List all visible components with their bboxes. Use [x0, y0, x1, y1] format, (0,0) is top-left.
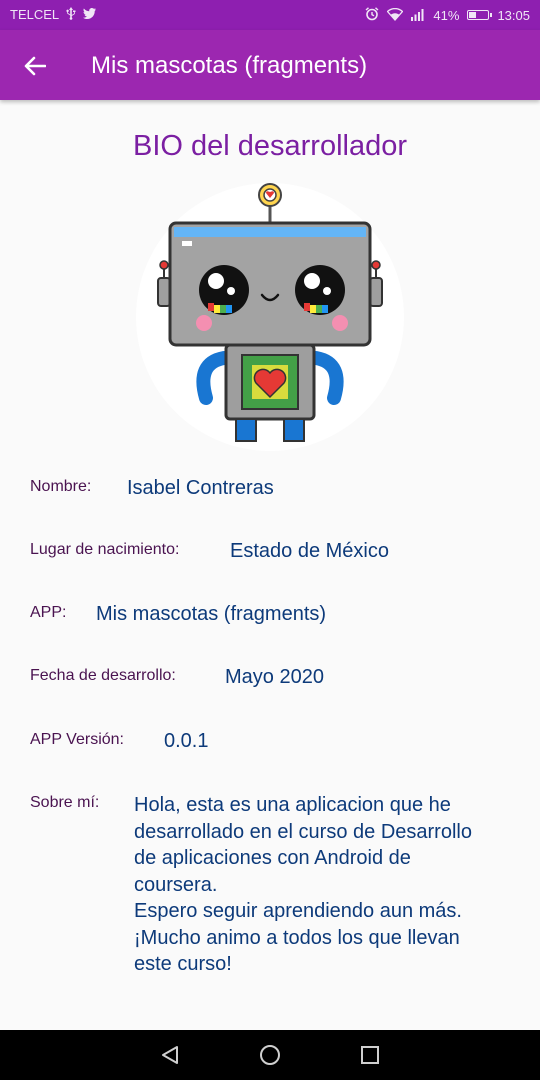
system-nav-bar	[0, 1030, 540, 1080]
status-time: 13:05	[497, 7, 530, 23]
app-label: APP:	[30, 604, 67, 621]
status-bar: TELCEL 41% 13:05	[0, 0, 540, 30]
about-label: Sobre mí:	[30, 794, 100, 811]
usb-icon	[65, 7, 77, 22]
battery-percent: 41%	[433, 7, 460, 23]
name-label: Nombre:	[30, 478, 92, 495]
wifi-icon	[387, 7, 404, 23]
name-value: Isabel Contreras	[127, 477, 274, 499]
signal-icon	[411, 8, 425, 23]
alarm-icon	[365, 7, 379, 23]
status-right: 41% 13:05	[365, 7, 530, 23]
date-value: Mayo 2020	[225, 666, 324, 688]
app-bar: Mis mascotas (fragments)	[0, 30, 540, 100]
back-button[interactable]	[18, 49, 52, 83]
arrow-back-icon[interactable]	[24, 56, 46, 76]
app-bar-title: Mis mascotas (fragments)	[91, 52, 368, 79]
carrier-label: TELCEL	[10, 7, 60, 22]
battery-level-fill	[469, 12, 477, 18]
battery-icon	[467, 10, 493, 20]
about-value: Hola, esta es una aplicacion que he desa…	[134, 794, 472, 975]
version-label: APP Versión:	[30, 731, 124, 748]
robot-illustration	[157, 183, 383, 442]
recents-square-icon[interactable]	[358, 1043, 382, 1067]
birthplace-value: Estado de México	[230, 540, 389, 562]
twitter-icon	[83, 8, 97, 21]
app-value: Mis mascotas (fragments)	[96, 603, 327, 625]
birthplace-label: Lugar de nacimiento:	[30, 541, 180, 558]
date-label: Fecha de desarrollo:	[30, 667, 176, 684]
status-left: TELCEL	[10, 7, 97, 22]
developer-avatar	[136, 183, 404, 451]
home-circle-icon[interactable]	[258, 1043, 282, 1067]
version-value: 0.0.1	[164, 730, 209, 752]
back-triangle-icon[interactable]	[158, 1043, 182, 1067]
page-title: BIO del desarrollador	[132, 130, 408, 162]
